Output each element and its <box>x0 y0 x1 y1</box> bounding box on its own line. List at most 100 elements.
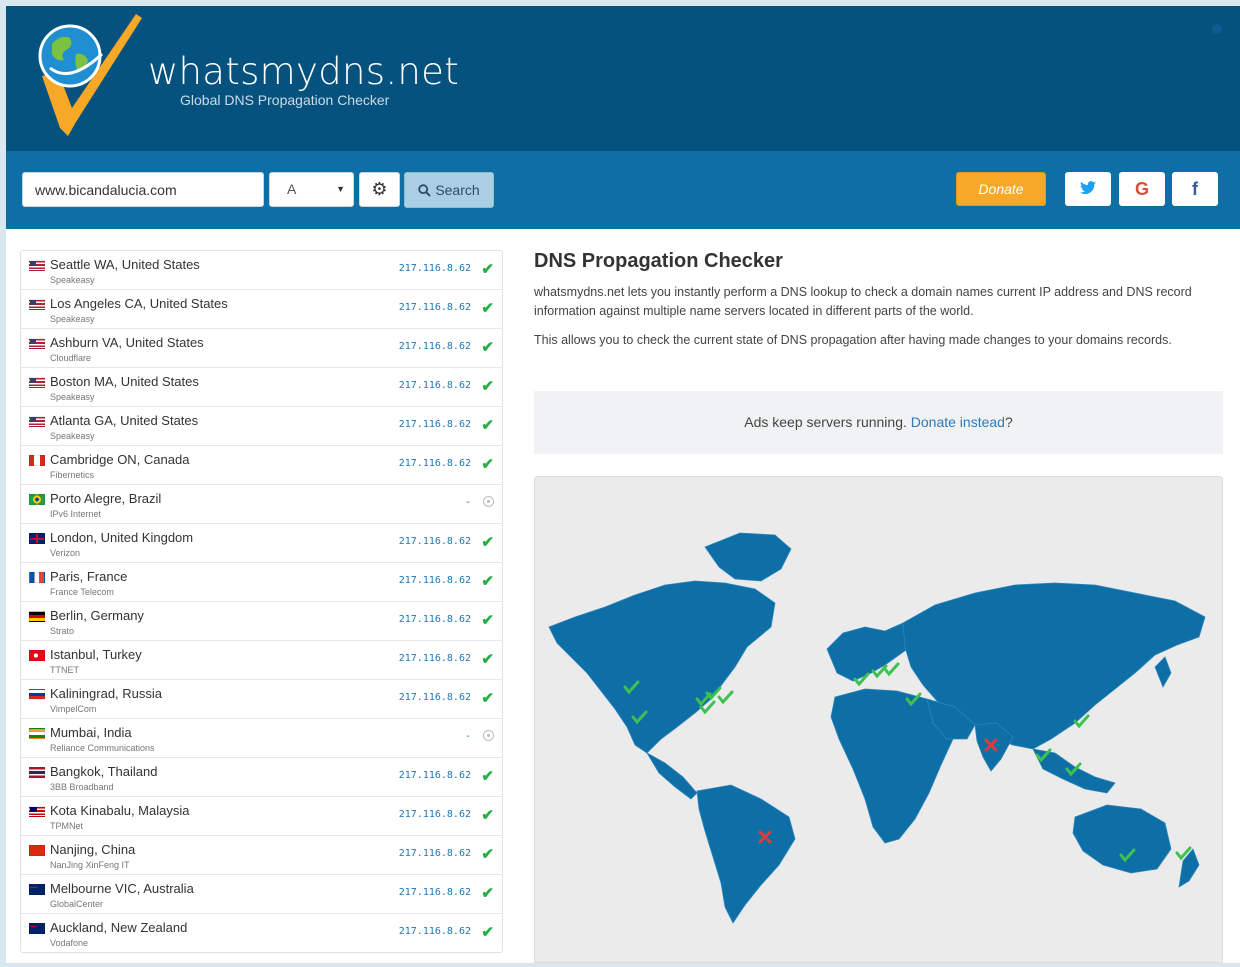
flag-icon <box>29 299 45 310</box>
facebook-button[interactable]: f <box>1172 172 1218 206</box>
donate-instead-link[interactable]: Donate instead <box>911 414 1005 430</box>
chevron-down-icon: ▼ <box>336 184 345 194</box>
settings-button[interactable]: ⚙ <box>359 172 400 207</box>
server-location: Kota Kinabalu, Malaysia <box>50 803 190 818</box>
server-provider: France Telecom <box>50 587 114 597</box>
donate-button[interactable]: Donate <box>956 172 1046 206</box>
table-row[interactable]: Nanjing, China NanJing XinFeng IT 217.116.… <box>21 836 502 875</box>
map-south-america <box>696 784 796 924</box>
table-row[interactable]: Los Angeles CA, United States Speakeasy 21… <box>21 290 502 329</box>
flag-icon <box>29 923 45 934</box>
server-provider: NanJing XinFeng IT <box>50 860 130 870</box>
site-header: whatsmydns.net Global DNS Propagation Ch… <box>6 6 1240 151</box>
record-type-select[interactable]: A ▼ <box>269 172 354 207</box>
check-icon: ✔ <box>481 807 494 824</box>
map-north-america <box>548 580 776 754</box>
server-location: Paris, France <box>50 569 128 584</box>
check-icon: ✔ <box>481 924 494 941</box>
server-location: Auckland, New Zealand <box>50 920 188 935</box>
search-toolbar: A ▼ ⚙ Search Donate G f <box>6 151 1240 229</box>
result-ip[interactable]: 217.116.8.62 <box>399 848 471 859</box>
twitter-icon <box>1080 181 1096 194</box>
twitter-button[interactable] <box>1065 172 1111 206</box>
brand-name[interactable]: whatsmydns.net <box>148 50 459 93</box>
server-location: Bangkok, Thailand <box>50 764 158 779</box>
ad-suffix: ? <box>1004 414 1013 430</box>
result-ip[interactable]: 217.116.8.62 <box>399 770 471 781</box>
table-row[interactable]: Kaliningrad, Russia VimpelCom 217.116.8.62… <box>21 680 502 719</box>
map-japan <box>1154 656 1172 688</box>
result-ip[interactable]: 217.116.8.62 <box>399 653 471 664</box>
result-ip[interactable]: 217.116.8.62 <box>399 302 471 313</box>
flag-icon <box>29 338 45 349</box>
check-icon: ✔ <box>481 417 494 434</box>
server-provider: Speakeasy <box>50 431 95 441</box>
table-row[interactable]: Boston MA, United States Speakeasy 217.116… <box>21 368 502 407</box>
no-result-icon <box>483 496 494 507</box>
search-button[interactable]: Search <box>404 172 494 208</box>
table-row[interactable]: Porto Alegre, Brazil IPv6 Internet - <box>21 485 502 524</box>
server-provider: Speakeasy <box>50 314 95 324</box>
table-row[interactable]: Atlanta GA, United States Speakeasy 217.11… <box>21 407 502 446</box>
world-map[interactable] <box>535 477 1222 962</box>
search-icon <box>418 184 432 197</box>
result-ip[interactable]: 217.116.8.62 <box>399 419 471 430</box>
result-ip[interactable]: 217.116.8.62 <box>399 926 471 937</box>
table-row[interactable]: Kota Kinabalu, Malaysia TPMNet 217.116.8.6… <box>21 797 502 836</box>
ad-notice: Ads keep servers running. Donate instead… <box>534 391 1223 454</box>
map-central-america <box>645 751 698 800</box>
table-row[interactable]: Auckland, New Zealand Vodafone 217.116.8.6… <box>21 914 502 952</box>
server-provider: Cloudflare <box>50 353 92 363</box>
result-ip[interactable]: 217.116.8.62 <box>399 380 471 391</box>
table-row[interactable]: Melbourne VIC, Australia GlobalCenter 217.… <box>21 875 502 914</box>
result-ip[interactable]: 217.116.8.62 <box>399 458 471 469</box>
main-content: Seattle WA, United States Speakeasy 217.11… <box>6 229 1240 963</box>
result-ip[interactable]: 217.116.8.62 <box>399 887 471 898</box>
table-row[interactable]: Paris, France France Telecom 217.116.8.62 ✔ <box>21 563 502 602</box>
result-ip[interactable]: 217.116.8.62 <box>399 809 471 820</box>
table-row[interactable]: London, United Kingdom Verizon 217.116.8.6… <box>21 524 502 563</box>
server-location: Cambridge ON, Canada <box>50 452 190 467</box>
check-icon: ✔ <box>481 339 494 356</box>
domain-input[interactable] <box>22 172 264 207</box>
flag-icon <box>29 884 45 895</box>
table-row[interactable]: Seattle WA, United States Speakeasy 217.11… <box>21 251 502 290</box>
table-row[interactable]: Cambridge ON, Canada Fibernetics 217.116.8… <box>21 446 502 485</box>
server-provider: Speakeasy <box>50 275 95 285</box>
result-ip[interactable]: 217.116.8.62 <box>399 536 471 547</box>
flag-icon <box>29 377 45 388</box>
result-ip[interactable]: 217.116.8.62 <box>399 341 471 352</box>
table-row[interactable]: Bangkok, Thailand 3BB Broadband 217.116.8.… <box>21 758 502 797</box>
gear-icon: ⚙ <box>371 179 388 199</box>
server-location: Boston MA, United States <box>50 374 199 389</box>
map-check-marker[interactable] <box>717 690 734 705</box>
result-ip[interactable]: 217.116.8.62 <box>399 263 471 274</box>
check-icon: ✔ <box>481 885 494 902</box>
server-location: London, United Kingdom <box>50 530 194 545</box>
table-row[interactable]: Berlin, Germany Strato 217.116.8.62 ✔ <box>21 602 502 641</box>
server-provider: GlobalCenter <box>50 899 104 909</box>
check-icon: ✔ <box>481 300 494 317</box>
result-ip[interactable]: 217.116.8.62 <box>399 575 471 586</box>
result-ip[interactable]: 217.116.8.62 <box>399 614 471 625</box>
result-ip[interactable]: - <box>465 731 471 742</box>
table-row[interactable]: Mumbai, India Reliance Communications - <box>21 719 502 758</box>
table-row[interactable]: Ashburn VA, United States Cloudflare 217.1… <box>21 329 502 368</box>
table-row[interactable]: Istanbul, Turkey TTNET 217.116.8.62 ✔ <box>21 641 502 680</box>
check-icon: ✔ <box>481 846 494 863</box>
propagation-paragraph: This allows you to check the current sta… <box>534 333 1172 347</box>
check-icon: ✔ <box>481 261 494 278</box>
flag-icon <box>29 260 45 271</box>
check-icon: ✔ <box>481 690 494 707</box>
result-ip[interactable]: - <box>465 497 471 508</box>
google-button[interactable]: G <box>1119 172 1165 206</box>
server-location: Nanjing, China <box>50 842 136 857</box>
server-location: Mumbai, India <box>50 725 132 740</box>
flag-icon <box>29 494 45 505</box>
server-provider: TTNET <box>50 665 79 675</box>
result-ip[interactable]: 217.116.8.62 <box>399 692 471 703</box>
page-title: DNS Propagation Checker <box>534 250 783 272</box>
logo-globe-check-icon[interactable] <box>24 10 144 142</box>
check-icon: ✔ <box>481 651 494 668</box>
server-location: Ashburn VA, United States <box>50 335 204 350</box>
